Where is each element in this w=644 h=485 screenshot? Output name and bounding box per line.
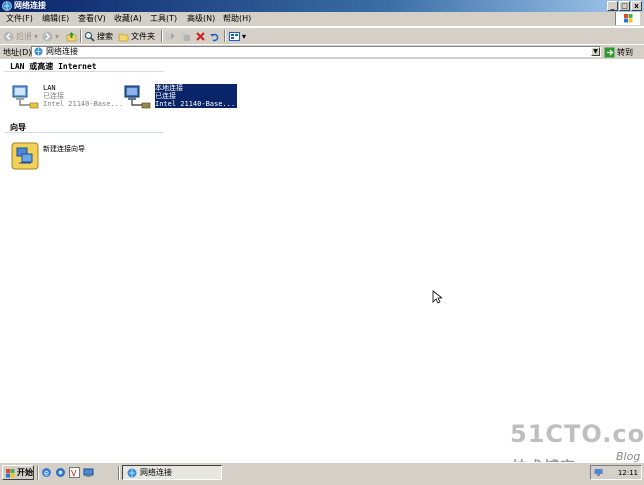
chevron-down-icon: ▾ <box>55 31 60 41</box>
explorer-window: 网络连接 _ □ x 文件(F) 编辑(E) 查看(V) 收藏(A) 工具(T)… <box>0 0 644 476</box>
connection-device: Intel 21140-Base... <box>43 100 124 108</box>
taskbar-separator <box>37 466 39 480</box>
go-arrow-icon <box>604 47 615 57</box>
undo-button[interactable] <box>209 30 220 42</box>
taskbar-item-label: 网络连接 <box>140 468 172 477</box>
taskbar-item-network-connections[interactable]: 网络连接 <box>122 465 222 480</box>
search-label: 搜索 <box>97 31 113 41</box>
close-button[interactable]: x <box>631 1 642 11</box>
lan-connection-icon <box>124 85 151 109</box>
ie-icon[interactable]: e <box>41 467 52 478</box>
menu-advanced[interactable]: 高级(N) <box>187 14 215 24</box>
start-label: 开始 <box>17 468 33 477</box>
menu-view[interactable]: 查看(V) <box>78 14 106 24</box>
watermark-line-1: 51CTO.com <box>510 420 644 448</box>
taskbar: 开始 e V 网络连接 12:11 <box>0 462 644 485</box>
back-arrow-icon <box>3 31 14 41</box>
toolbar-separator <box>80 30 82 42</box>
title-bar[interactable]: 网络连接 _ □ x <box>0 0 644 12</box>
forward-arrow-icon <box>42 31 53 41</box>
connection-name: LAN <box>43 84 56 92</box>
connection-local-text: 本地连接 已连接 Intel 21140-Base... <box>155 84 238 108</box>
toolbar-separator <box>224 30 226 42</box>
connection-status: 已连接 <box>155 92 176 100</box>
minimize-button[interactable]: _ <box>607 1 618 11</box>
folders-button[interactable]: 文件夹 <box>118 30 155 42</box>
connection-local[interactable]: 本地连接 已连接 Intel 21140-Base... <box>122 82 238 114</box>
menu-help[interactable]: 帮助(H) <box>223 14 251 24</box>
menu-file[interactable]: 文件(F) <box>6 14 33 24</box>
move-to-icon <box>166 32 175 40</box>
network-icon[interactable] <box>83 467 94 478</box>
connection-device: Intel 21140-Base... <box>155 100 236 108</box>
menu-tools[interactable]: 工具(T) <box>150 14 177 24</box>
menu-edit[interactable]: 编辑(E) <box>42 14 69 24</box>
svg-text:V: V <box>71 469 77 478</box>
group-divider <box>4 132 164 133</box>
address-value: 网络连接 <box>46 47 78 56</box>
watermark: 51CTO.com 技术博客 Blog <box>510 420 644 476</box>
wizard-label: 新建连接向导 <box>43 145 85 153</box>
folder-icon <box>118 33 129 41</box>
windows-logo-icon <box>615 12 640 25</box>
taskbar-separator <box>118 466 120 480</box>
address-dropdown-button[interactable]: ▼ <box>591 47 600 56</box>
address-label: 地址(D) <box>3 48 32 57</box>
copy-to-icon <box>181 32 190 41</box>
new-connection-wizard[interactable]: 新建连接向导 <box>10 141 100 173</box>
back-button[interactable]: 后退 ▾ <box>3 30 38 42</box>
address-input[interactable]: 网络连接 ▼ <box>31 46 601 57</box>
maximize-button[interactable]: □ <box>619 1 630 11</box>
menu-favorites[interactable]: 收藏(A) <box>114 14 142 24</box>
undo-icon <box>210 33 219 41</box>
windows-flag-icon <box>6 468 15 477</box>
ie-icon[interactable] <box>55 467 66 478</box>
wizard-icon <box>11 142 39 170</box>
connection-lan-text: LAN 已连接 Intel 21140-Base... <box>43 84 123 108</box>
go-label: 转到 <box>617 47 633 57</box>
mouse-cursor-icon <box>432 290 442 304</box>
search-icon <box>85 31 95 42</box>
connection-status: 已连接 <box>43 92 64 100</box>
delete-icon <box>196 31 205 41</box>
delete-button[interactable] <box>195 30 206 42</box>
copy-to-button[interactable] <box>180 30 191 42</box>
forward-button[interactable]: ▾ <box>42 30 59 42</box>
chevron-down-icon: ▾ <box>242 31 247 41</box>
toolbar-separator <box>161 30 163 42</box>
start-button[interactable]: 开始 <box>2 465 34 480</box>
window-title: 网络连接 <box>14 1 46 10</box>
network-status-icon[interactable] <box>594 468 603 477</box>
network-icon <box>2 1 12 11</box>
toolbar: 后退 ▾ ▾ 搜索 文件夹 ▾ <box>0 27 644 45</box>
menu-bar: 文件(F) 编辑(E) 查看(V) 收藏(A) 工具(T) 高级(N) 帮助(H… <box>0 12 644 27</box>
network-icon <box>34 47 43 56</box>
wizard-text: 新建连接向导 <box>43 145 85 153</box>
vmware-icon[interactable]: V <box>69 467 80 478</box>
address-bar: 地址(D) 网络连接 ▼ 转到 <box>0 44 644 60</box>
folders-label: 文件夹 <box>131 31 155 41</box>
up-folder-icon <box>66 31 77 41</box>
svg-text:e: e <box>44 469 49 478</box>
search-button[interactable]: 搜索 <box>84 30 113 42</box>
go-button[interactable]: 转到 <box>604 46 633 58</box>
move-to-button[interactable] <box>165 30 176 42</box>
clock[interactable]: 12:11 <box>618 469 638 477</box>
group-divider <box>4 71 164 72</box>
lan-connection-icon <box>12 85 39 109</box>
views-button[interactable]: ▾ <box>229 30 246 42</box>
connection-name: 本地连接 <box>155 84 183 92</box>
content-pane[interactable]: LAN 或高速 Internet LAN 已连接 Intel 21140-Bas… <box>0 59 644 462</box>
back-label: 后退 <box>16 31 32 41</box>
system-tray: 12:11 <box>590 465 642 480</box>
views-icon <box>229 31 240 41</box>
chevron-down-icon: ▾ <box>34 31 39 41</box>
network-icon <box>127 468 137 477</box>
connection-lan[interactable]: LAN 已连接 Intel 21140-Base... <box>10 82 123 114</box>
up-folder-button[interactable] <box>66 30 77 42</box>
